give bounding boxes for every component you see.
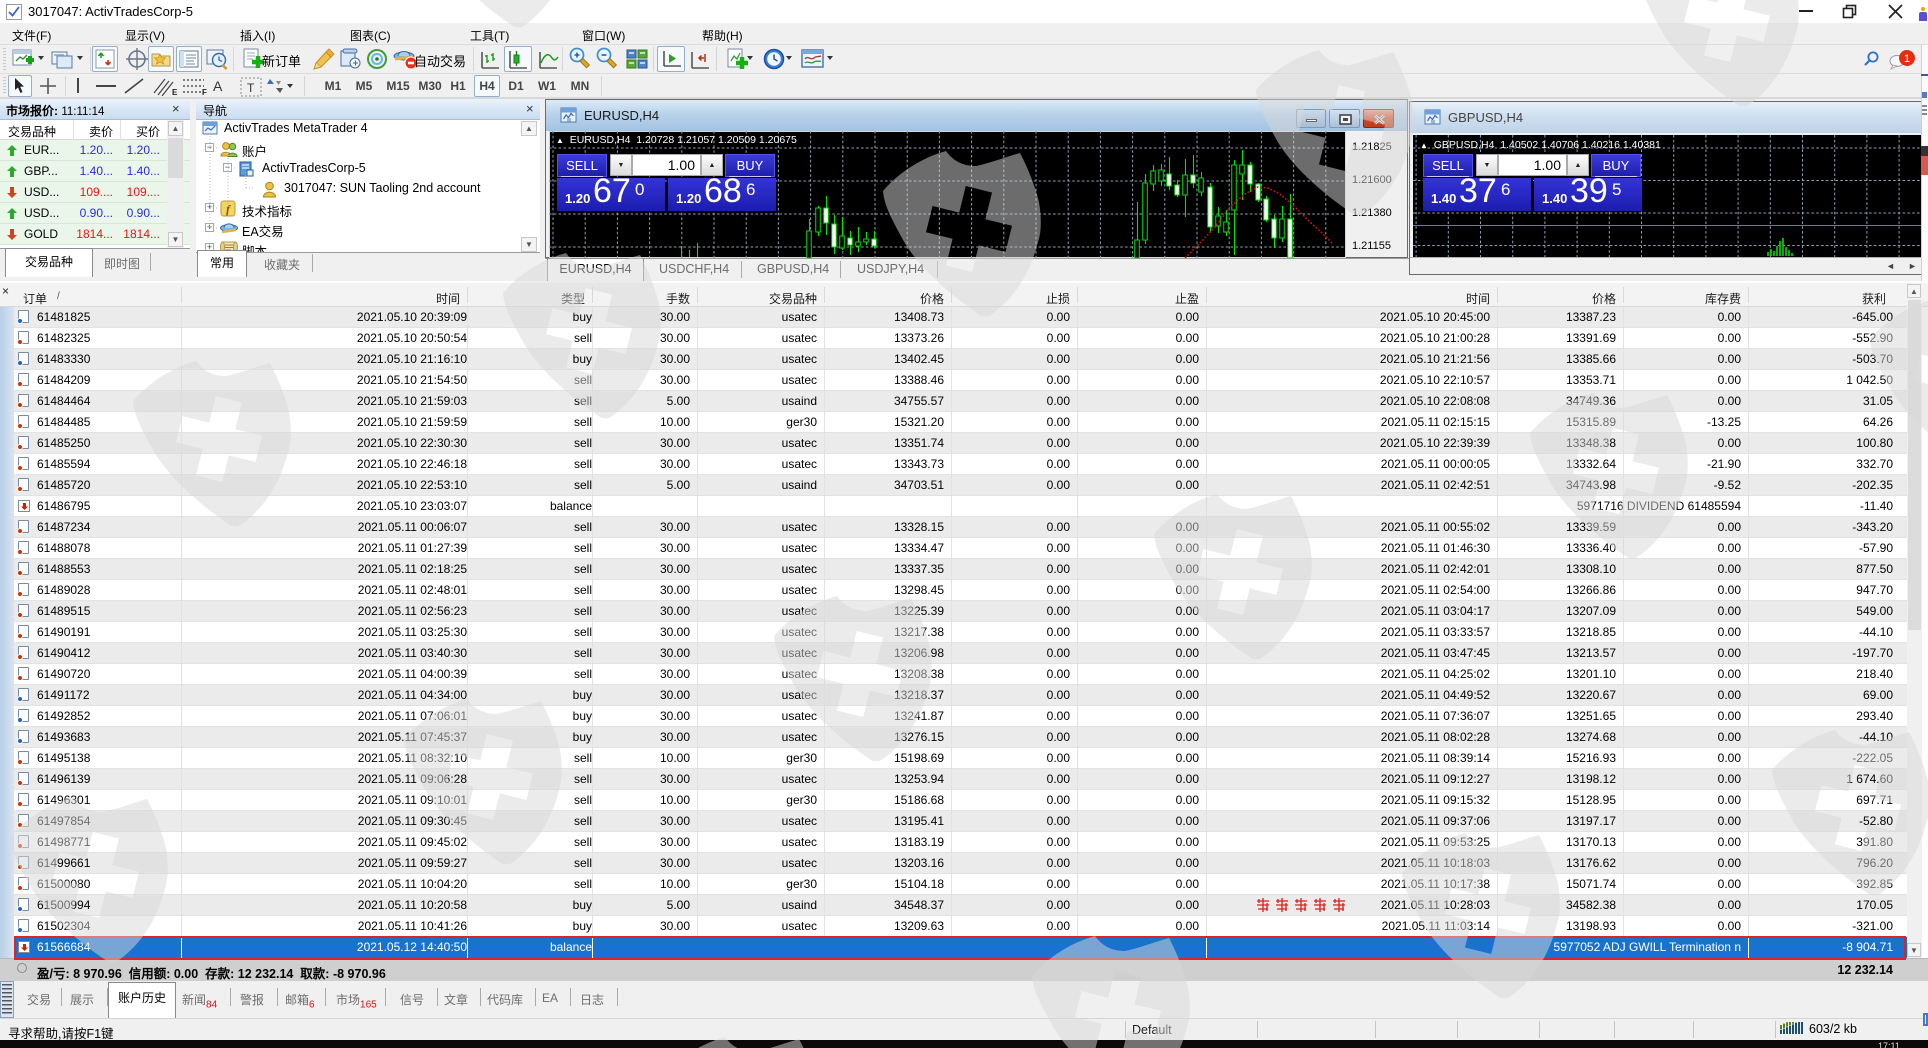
svg-text:w: w — [566, 118, 572, 124]
svg-text:E: E — [172, 88, 178, 96]
svg-text:T: T — [247, 81, 255, 95]
svg-text:w: w — [1430, 120, 1436, 126]
svg-text:1: 1 — [1904, 53, 1910, 65]
svg-text:F: F — [202, 88, 207, 96]
